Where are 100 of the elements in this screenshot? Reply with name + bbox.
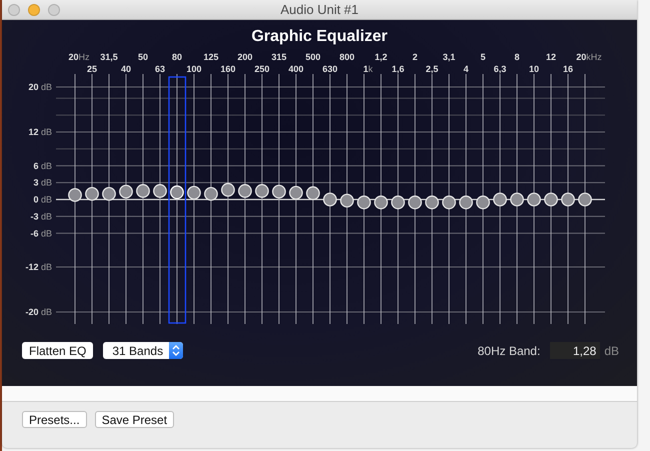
- band-slider-track[interactable]: [476, 86, 490, 312]
- band-slider-knob[interactable]: [340, 194, 354, 208]
- band-slider-knob[interactable]: [68, 188, 82, 202]
- band-slider-knob[interactable]: [527, 192, 541, 206]
- frequency-label: 31,5: [100, 52, 118, 62]
- flatten-eq-button[interactable]: Flatten EQ: [22, 342, 94, 359]
- band-slider-knob[interactable]: [306, 186, 320, 200]
- band-slider-track[interactable]: [170, 86, 184, 312]
- band-slider-track[interactable]: [391, 86, 405, 312]
- band-slider-knob[interactable]: [561, 192, 575, 206]
- band-slider-knob[interactable]: [493, 192, 507, 206]
- gain-label: -3 dB: [30, 211, 52, 222]
- band-slider-knob[interactable]: [510, 192, 524, 206]
- footer-button[interactable]: Save Preset: [94, 411, 174, 428]
- band-slider-track[interactable]: [357, 86, 371, 312]
- band-slider-track[interactable]: [442, 86, 456, 312]
- frequency-label: 2,5: [426, 64, 438, 74]
- frequency-label: 12: [546, 52, 556, 62]
- frequency-label: 1,2: [374, 52, 388, 62]
- window-title: Audio Unit #1: [280, 2, 359, 17]
- band-slider-knob[interactable]: [238, 184, 252, 198]
- band-slider-track[interactable]: [204, 86, 218, 312]
- frequency-label: 250: [254, 64, 270, 74]
- gain-label: 0 dB: [33, 194, 52, 204]
- gain-label: 20 dB: [28, 82, 52, 92]
- band-slider-track[interactable]: [323, 86, 337, 312]
- band-slider-track[interactable]: [306, 86, 320, 312]
- band-slider-knob[interactable]: [119, 184, 133, 199]
- band-slider-track[interactable]: [527, 86, 541, 312]
- band-slider-knob[interactable]: [187, 186, 201, 200]
- band-slider-track[interactable]: [408, 86, 422, 312]
- band-slider-knob[interactable]: [357, 196, 371, 210]
- band-slider-track[interactable]: [153, 86, 167, 312]
- band-readout-label: 80Hz Band:: [478, 344, 540, 358]
- band-slider-track[interactable]: [136, 86, 150, 312]
- gain-label: 6 dB: [33, 160, 52, 171]
- band-slider-knob[interactable]: [272, 184, 286, 199]
- band-slider-track[interactable]: [374, 86, 388, 312]
- footer-button[interactable]: Presets...: [22, 411, 87, 428]
- band-slider-knob[interactable]: [544, 192, 558, 206]
- band-slider-track[interactable]: [510, 86, 524, 312]
- band-slider-track[interactable]: [459, 86, 473, 312]
- band-slider-track[interactable]: [221, 86, 235, 312]
- band-slider-track[interactable]: [187, 86, 201, 312]
- band-slider-track[interactable]: [544, 86, 558, 312]
- gain-label: 3 dB: [33, 178, 52, 188]
- frequency-label: 6,3: [494, 64, 506, 74]
- frequency-label: 800: [339, 52, 355, 62]
- band-slider-track[interactable]: [561, 86, 575, 312]
- band-slider-knob[interactable]: [476, 196, 490, 210]
- band-slider-track[interactable]: [272, 86, 286, 312]
- frequency-label: 1,6: [392, 64, 404, 74]
- frequency-label: 500: [305, 52, 321, 62]
- band-slider-knob[interactable]: [221, 182, 235, 197]
- band-slider-track[interactable]: [102, 86, 116, 312]
- band-slider-track[interactable]: [255, 86, 269, 312]
- band-slider-knob[interactable]: [391, 196, 405, 210]
- band-slider-knob[interactable]: [578, 192, 592, 206]
- frequency-label: 4: [464, 64, 468, 74]
- band-slider-knob[interactable]: [204, 186, 218, 201]
- band-slider-knob[interactable]: [459, 196, 473, 210]
- band-slider-knob[interactable]: [102, 186, 116, 201]
- equalizer-graph[interactable]: 20 dB 12 dB 6 dB 3 dB 0 dB -3 dB -6 dB -12 dB -20 dB 20Hz 25 31,5 40 50 63 80 100 125 160 200 250 315 400 500 630 800 1k 1,2 1,6 2 2,5 3,1 4 5 6,3 8 10 12 16 20kHz: [2, 46, 637, 326]
- band-slider-track[interactable]: [493, 86, 507, 312]
- band-slider-knob[interactable]: [425, 196, 439, 210]
- gain-label: 12 dB: [28, 127, 52, 137]
- frequency-label: 20Hz: [68, 52, 90, 62]
- band-slider-knob[interactable]: [374, 196, 388, 210]
- band-slider-knob[interactable]: [408, 196, 422, 210]
- band-slider-track[interactable]: [68, 86, 82, 312]
- band-slider-knob[interactable]: [442, 196, 456, 210]
- equalizer-title: Graphic Equalizer: [251, 28, 388, 46]
- band-slider-knob[interactable]: [136, 184, 150, 198]
- band-slider-track[interactable]: [578, 86, 592, 312]
- frequency-label: 400: [288, 64, 304, 74]
- frequency-label: 63: [155, 64, 165, 74]
- frequency-label: 25: [87, 64, 97, 74]
- band-slider-track[interactable]: [119, 86, 133, 312]
- band-slider-knob[interactable]: [289, 186, 303, 200]
- band-slider-track[interactable]: [289, 86, 303, 312]
- frequency-label: 2: [412, 52, 418, 62]
- frequency-label: 315: [271, 52, 287, 62]
- band-slider-track[interactable]: [340, 86, 354, 312]
- frequency-label: 40: [121, 64, 131, 74]
- band-slider-knob[interactable]: [85, 186, 99, 201]
- gain-label: -12 dB: [25, 262, 52, 272]
- band-gain-field[interactable]: 1,28: [550, 342, 600, 359]
- band-slider-knob[interactable]: [323, 192, 337, 206]
- band-slider-knob[interactable]: [255, 184, 269, 198]
- frequency-label: 8: [514, 52, 520, 62]
- frequency-label: 10: [529, 64, 539, 74]
- frequency-label: 160: [220, 64, 236, 74]
- bands-select[interactable]: 31 Bands: [103, 342, 184, 359]
- band-slider-track[interactable]: [85, 86, 99, 312]
- frequency-label: 630: [322, 64, 338, 74]
- stepper-icon: [169, 342, 184, 359]
- band-slider-track[interactable]: [238, 86, 252, 312]
- band-slider-track[interactable]: [425, 86, 439, 312]
- frequency-label: 1k: [363, 64, 373, 74]
- band-slider-knob[interactable]: [153, 184, 167, 198]
